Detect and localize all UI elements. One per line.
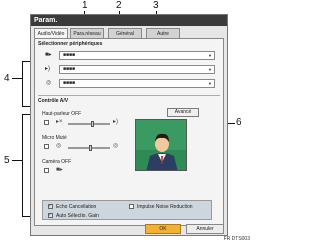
camera-select-value: ■■■■ (63, 52, 76, 58)
chevron-down-icon: ▼ (208, 81, 212, 86)
camera-select[interactable]: ■■■■ ▼ (59, 51, 215, 60)
speaker-select[interactable]: ■■■■ ▼ (59, 65, 215, 74)
tab-general[interactable]: Général (108, 28, 142, 38)
microphone-level-icon: ◎ (113, 143, 119, 149)
check-icon: ✓ (48, 203, 53, 209)
audio-options-bar: ✓ Echo Cancellation Impulse Noise Reduct… (42, 200, 212, 220)
microphone-select[interactable]: ■■■■ ▼ (59, 79, 215, 88)
speaker-off-label: Haut-parleur OFF (42, 111, 82, 117)
figure-code: FR DTS003 (223, 236, 250, 242)
mic-mute-checkbox[interactable] (44, 144, 49, 149)
speaker-volume-track (68, 123, 110, 125)
microphone-icon: ◎ (46, 80, 52, 86)
cancel-button[interactable]: Annuler (186, 224, 224, 234)
check-icon: ✓ (48, 212, 53, 218)
impulse-noise-checkbox[interactable] (129, 204, 134, 209)
callout-6: 6 (236, 117, 242, 128)
dialog-title: Param. (31, 15, 227, 26)
camera-icon: ■▸ (45, 52, 52, 58)
callout-bracket-5 (22, 114, 23, 217)
callout-4: 4 (4, 73, 10, 84)
camera-off-label: Caméra OFF (42, 159, 72, 165)
tab-audio-video[interactable]: Audio/Vidéo (34, 28, 68, 38)
parameters-dialog: Param. Audio/Vidéo Para.réseau Général A… (30, 14, 228, 236)
callout-5: 5 (4, 155, 10, 166)
peripherals-heading: Sélectionner périphériques (38, 41, 103, 47)
camera-off-checkbox[interactable] (44, 168, 49, 173)
echo-cancellation-label: Echo Cancellation (56, 204, 97, 210)
callout-3: 3 (153, 0, 159, 11)
callout-bracket-4-tick (12, 78, 22, 79)
av-control-heading: Contrôle A/V (38, 98, 69, 104)
speaker-muted-icon: ▸× (56, 119, 63, 125)
speaker-volume-icon: ▸) (113, 119, 119, 125)
speaker-off-checkbox[interactable] (44, 120, 49, 125)
microphone-select-value: ■■■■ (63, 80, 76, 86)
speaker-icon: ▸) (45, 66, 51, 72)
person-preview-image (136, 120, 186, 170)
microphone-muted-icon: ◎ (56, 143, 62, 149)
camera-off-icon: ■▸ (56, 167, 63, 173)
audio-video-panel: Sélectionner périphériques ■▸ ■■■■ ▼ ▸) … (34, 38, 224, 226)
auto-gain-label: Auto Sélectio. Gain (56, 213, 99, 219)
callout-bracket-5-tick (12, 160, 22, 161)
speaker-select-value: ■■■■ (63, 66, 76, 72)
speaker-volume-slider[interactable] (91, 121, 94, 127)
advanced-button[interactable]: Avancé (167, 108, 199, 117)
tab-other[interactable]: Autre (146, 28, 180, 38)
video-preview (135, 119, 187, 171)
impulse-noise-label: Impulse Noise Reduction (137, 204, 193, 210)
callout-2: 2 (116, 0, 122, 11)
chevron-down-icon: ▼ (208, 53, 212, 58)
mic-mute-label: Micro Muté (42, 135, 67, 141)
mic-volume-slider[interactable] (89, 145, 92, 151)
tab-network-settings[interactable]: Para.réseau (70, 28, 104, 38)
section-divider (38, 95, 220, 96)
ok-button[interactable]: OK (145, 224, 181, 234)
chevron-down-icon: ▼ (208, 67, 212, 72)
callout-1: 1 (82, 0, 88, 11)
callout-bracket-4 (22, 61, 23, 107)
